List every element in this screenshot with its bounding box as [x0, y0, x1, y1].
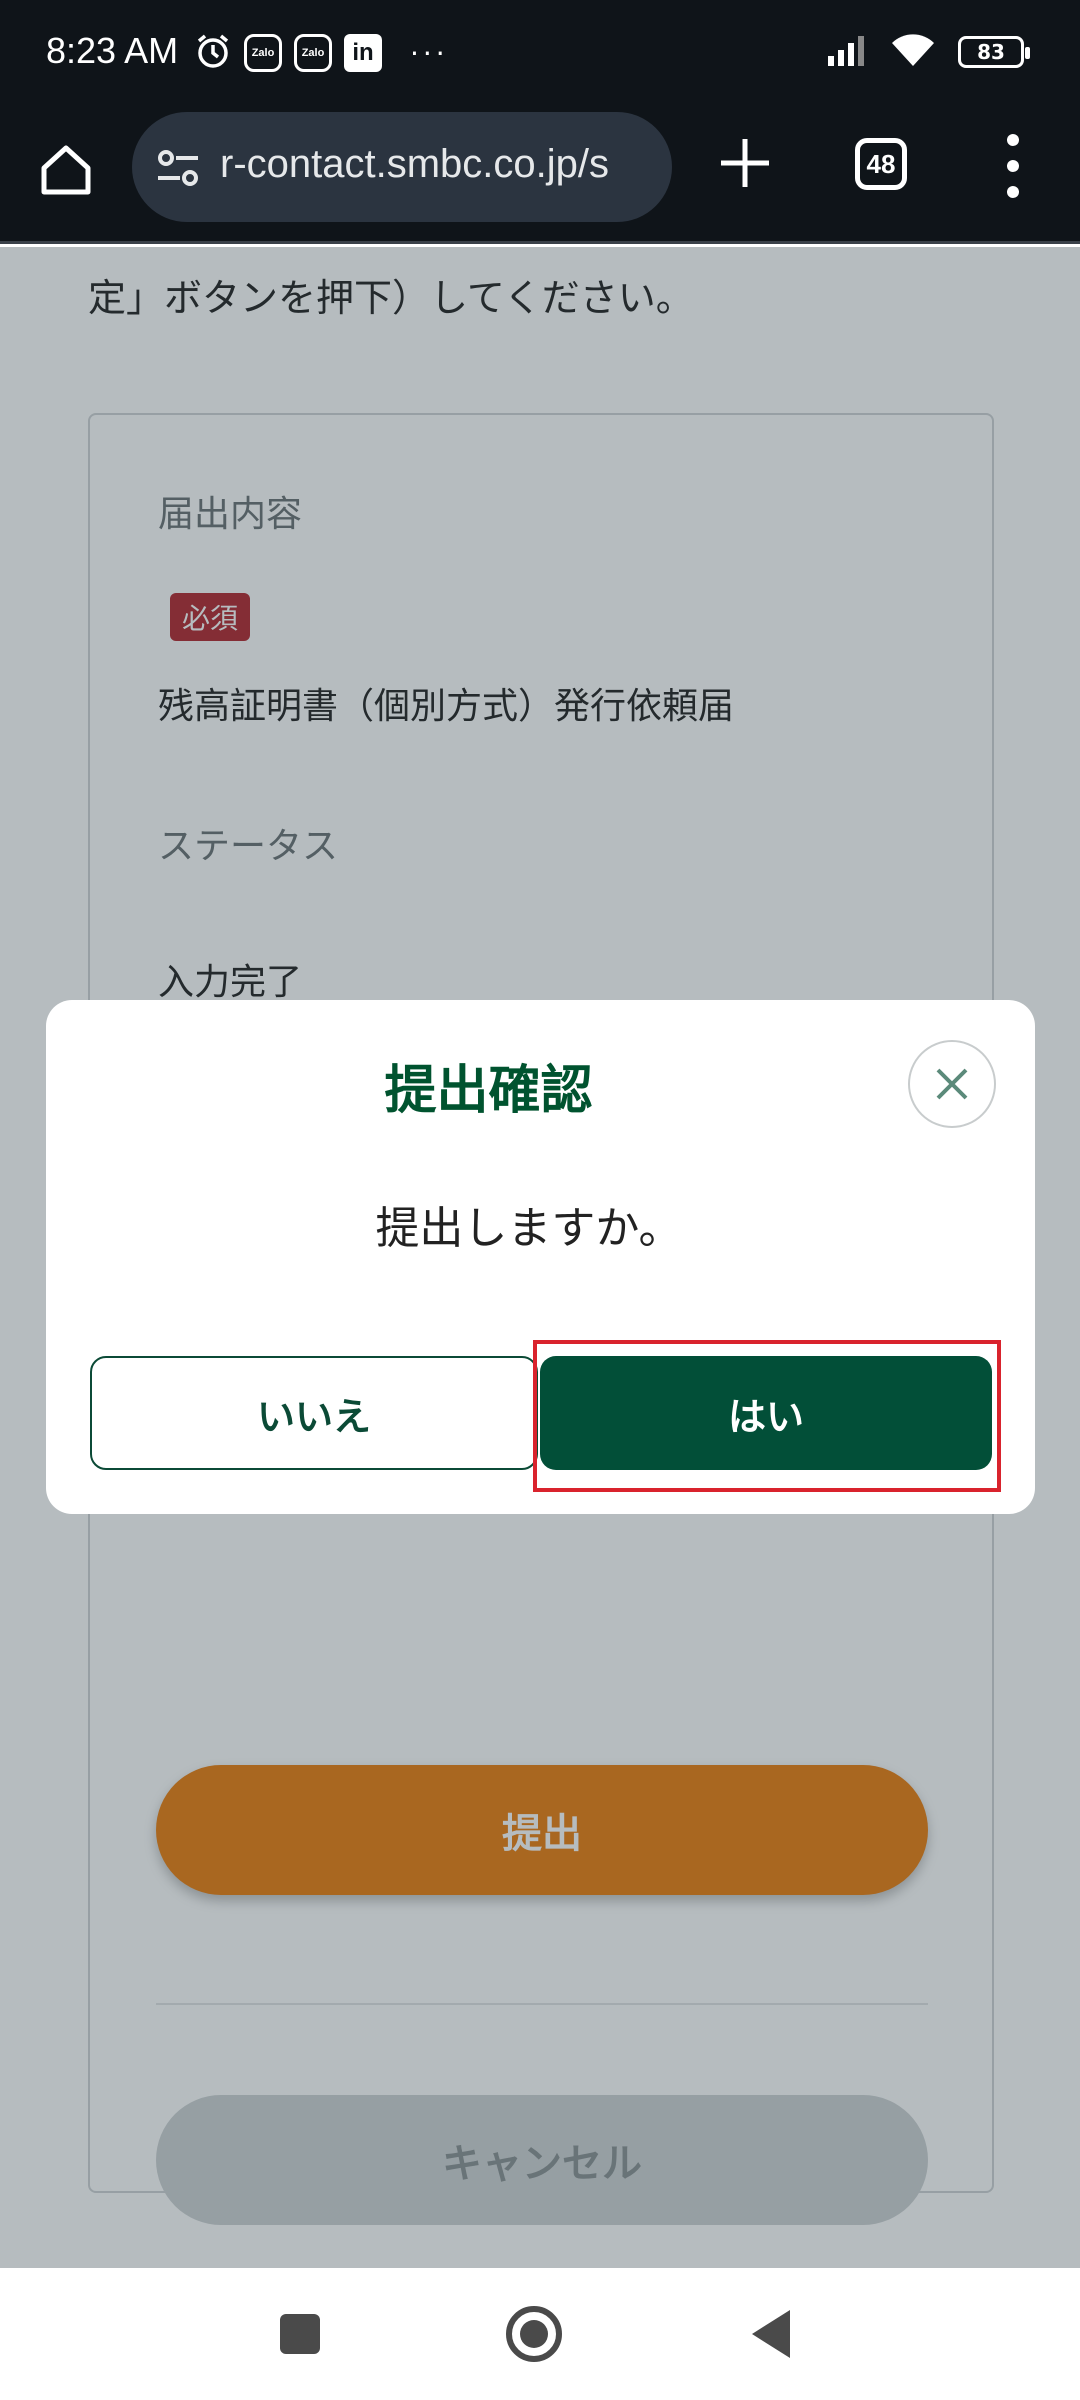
new-tab-button[interactable]: [710, 128, 780, 198]
address-bar[interactable]: r-contact.smbc.co.jp/s: [132, 112, 672, 222]
signal-icon: [828, 34, 868, 70]
more-notifications-icon: ···: [410, 36, 449, 70]
recents-button[interactable]: [280, 2314, 320, 2354]
browser-toolbar: r-contact.smbc.co.jp/s 48: [0, 106, 1080, 244]
wifi-icon: [890, 32, 936, 72]
more-menu-icon[interactable]: [998, 134, 1028, 198]
dialog-title: 提出確認: [384, 1061, 593, 1121]
close-icon: [936, 1068, 968, 1100]
close-button[interactable]: [908, 1040, 996, 1128]
zalo-icon: Zalo: [294, 34, 332, 72]
tab-switcher-button[interactable]: 48: [855, 138, 907, 190]
yes-button[interactable]: はい: [540, 1356, 992, 1470]
plus-icon: [721, 139, 769, 187]
no-button[interactable]: いいえ: [90, 1356, 538, 1470]
site-settings-icon[interactable]: [154, 144, 202, 196]
notification-icons: Zalo Zalo in ···: [194, 32, 449, 74]
navigation-bar: [0, 2268, 1080, 2400]
confirm-dialog: 提出確認 提出しますか。 いいえ はい: [46, 1000, 1035, 1514]
back-button[interactable]: [752, 2310, 790, 2358]
status-bar: 8:23 AM Zalo Zalo in ··· 83: [0, 0, 1080, 106]
home-button[interactable]: [30, 134, 102, 206]
system-icons: 83: [828, 32, 1030, 72]
linkedin-icon: in: [344, 34, 382, 72]
zalo-icon: Zalo: [244, 34, 282, 72]
status-time: 8:23 AM: [46, 30, 179, 71]
dialog-message: 提出しますか。: [375, 1203, 683, 1254]
battery-icon: 83: [958, 36, 1030, 68]
home-icon: [41, 145, 91, 195]
alarm-icon: [194, 32, 232, 74]
url-text[interactable]: r-contact.smbc.co.jp/s: [220, 142, 609, 187]
home-nav-button[interactable]: [506, 2306, 562, 2362]
